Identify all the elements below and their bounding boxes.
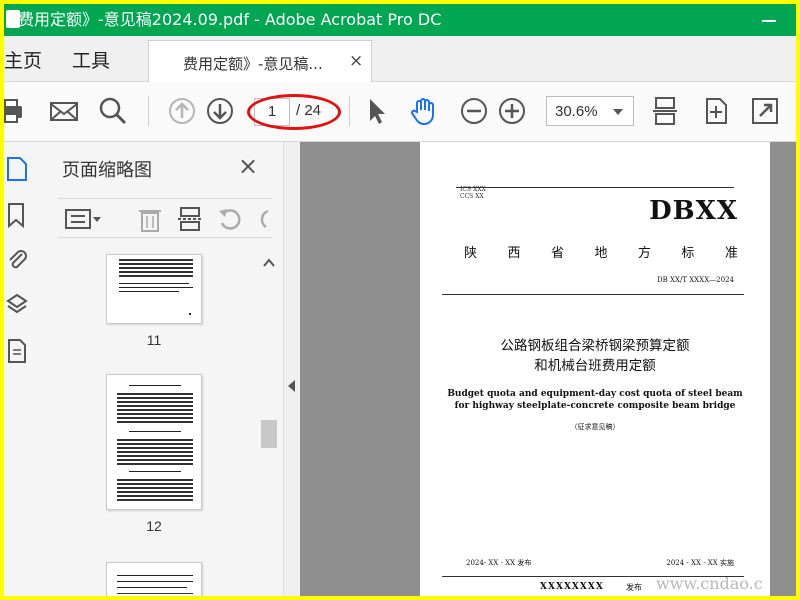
zoom-out-icon[interactable] [459, 96, 489, 126]
province-heading: 陕 西 省 地 方 标 准 [464, 242, 738, 261]
standard-code: DBXX [649, 196, 738, 226]
draft-note: （征求意见稿） [570, 423, 620, 431]
scrollbar-thumb[interactable] [261, 420, 277, 448]
next-page-icon[interactable] [205, 96, 235, 126]
classification-codes: ICS XXX CCS XX [460, 186, 486, 200]
province-char: 西 [507, 246, 521, 261]
insert-page-icon[interactable] [176, 205, 204, 233]
page-thumbnails-panel: 页面缩略图 × 11 12 [44, 142, 284, 596]
tab-row: 主页 工具 费用定额》-意见稿... × [4, 36, 796, 82]
search-icon[interactable] [98, 96, 128, 126]
document-tab-label: 费用定额》-意见稿... [183, 55, 323, 73]
page-thumbnail[interactable] [106, 254, 202, 324]
standard-number: DB XX/T XXXX—2024 [657, 276, 734, 284]
rotate-right-icon[interactable] [252, 205, 272, 233]
zoom-level-value: 30.6% [555, 103, 598, 120]
document-tab-close-icon[interactable]: × [349, 51, 363, 71]
thumbnail-scrollbar[interactable] [258, 252, 280, 592]
options-menu-icon[interactable] [64, 205, 104, 233]
header-rule [456, 187, 734, 188]
document-tab[interactable]: 费用定额》-意见稿... × [148, 40, 372, 82]
effective-date: 2024 - XX - XX 实施 [666, 559, 734, 567]
navigation-pane-bar [4, 142, 44, 596]
bookmark-icon[interactable] [6, 202, 28, 228]
attachment-icon[interactable] [6, 246, 28, 272]
panel-close-icon[interactable]: × [238, 152, 258, 180]
page-thumbnail[interactable] [106, 374, 202, 510]
hand-tool-icon[interactable] [409, 96, 439, 126]
window-title: 费用定额》-意见稿2024.09.pdf - Adobe Acrobat Pro… [18, 10, 442, 29]
province-char: 标 [681, 246, 695, 261]
full-screen-icon[interactable] [750, 96, 780, 126]
english-title: Budget quota and equipment-day cost quot… [447, 389, 743, 411]
publisher: XXXXXXXX [540, 582, 604, 592]
thumbnail-page-label: 12 [146, 518, 162, 534]
ccs-code: CCS XX [460, 193, 484, 200]
watermark: www.cndao.c [656, 574, 763, 593]
delete-page-icon[interactable] [136, 205, 164, 233]
document-properties-icon[interactable] [6, 338, 28, 364]
pdf-page: ICS XXX CCS XX DBXX 陕 西 省 地 方 标 准 DB XX/… [420, 142, 770, 596]
toolbar: 1 / 24 30.6% [4, 82, 796, 142]
chevron-down-icon [613, 109, 623, 115]
province-char: 省 [550, 246, 564, 261]
chinese-title-line: 和机械台班费用定额 [534, 358, 656, 374]
print-icon[interactable] [0, 96, 28, 126]
toolbar-separator [148, 96, 149, 126]
collapse-panel-icon[interactable] [288, 380, 295, 392]
tab-home[interactable]: 主页 [4, 46, 42, 73]
province-char: 准 [724, 246, 738, 261]
layers-icon[interactable] [6, 292, 28, 318]
rotate-left-icon[interactable] [216, 205, 244, 233]
scroll-mode-icon[interactable] [701, 96, 731, 126]
app-window: 费用定额》-意见稿2024.09.pdf - Adobe Acrobat Pro… [0, 0, 800, 600]
issue-date: 2024- XX - XX 发布 [466, 559, 532, 567]
panel-splitter[interactable] [284, 142, 300, 596]
page-thumbnail[interactable] [106, 562, 202, 596]
publisher-suffix: 发布 [626, 583, 642, 592]
thumbnail-toolbar [58, 198, 272, 238]
tab-tools[interactable]: 工具 [72, 46, 110, 73]
panel-title: 页面缩略图 [62, 160, 152, 181]
province-char: 陕 [464, 246, 478, 261]
minimize-button[interactable] [762, 10, 776, 30]
title-bar: 费用定额》-意见稿2024.09.pdf - Adobe Acrobat Pro… [4, 4, 796, 36]
title-rule [442, 294, 744, 295]
toolbar-separator [349, 96, 350, 126]
zoom-in-icon[interactable] [497, 96, 527, 126]
page-thumbnails-icon[interactable] [6, 156, 28, 182]
email-icon[interactable] [49, 96, 79, 126]
province-char: 地 [594, 246, 608, 261]
document-view[interactable]: ICS XXX CCS XX DBXX 陕 西 省 地 方 标 准 DB XX/… [300, 142, 796, 596]
province-char: 方 [637, 246, 651, 261]
chinese-title-line: 公路钢板组合梁桥钢梁预算定额 [500, 338, 690, 354]
chinese-title: 公路钢板组合梁桥钢梁预算定额 和机械台班费用定额 [420, 336, 770, 376]
chevron-up-icon[interactable] [262, 256, 276, 270]
ics-code: ICS XXX [460, 186, 486, 193]
thumbnail-page-label: 11 [146, 332, 162, 348]
fit-page-icon[interactable] [650, 96, 680, 126]
zoom-level-select[interactable]: 30.6% [546, 96, 634, 126]
red-highlight-circle [247, 94, 341, 130]
select-cursor-icon[interactable] [362, 96, 392, 126]
previous-page-icon[interactable] [167, 96, 197, 126]
